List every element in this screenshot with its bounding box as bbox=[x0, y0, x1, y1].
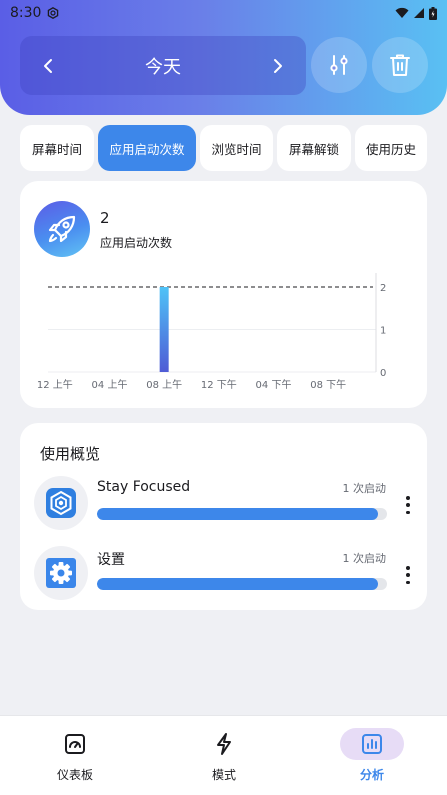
date-navigator: 今天 bbox=[20, 36, 306, 95]
chart-x-tick-label: 08 上午 bbox=[146, 378, 182, 391]
app-usage-row[interactable]: Stay Focused 1 次启动 bbox=[34, 476, 420, 532]
app-icon-container bbox=[34, 476, 88, 530]
usage-overview-card: 使用概览 Stay Focused 1 次启动 设置 1 次启动 bbox=[20, 423, 427, 610]
previous-day-button[interactable] bbox=[38, 56, 58, 76]
launches-bar-chart: 0 1 2 12 上午 04 上午 08 上午 12 下午 04 下午 08 下午 bbox=[37, 273, 386, 391]
chevron-right-icon bbox=[274, 58, 282, 73]
dashboard-gauge-icon bbox=[65, 734, 85, 754]
nav-analytics[interactable]: 分析 bbox=[312, 716, 432, 795]
usage-bar-track bbox=[97, 508, 387, 520]
date-label: 今天 bbox=[145, 56, 181, 78]
battery-icon bbox=[429, 6, 437, 20]
app-icon-container bbox=[34, 546, 88, 600]
chevron-left-icon bbox=[44, 58, 52, 73]
settings-gear-icon bbox=[46, 558, 76, 588]
usage-bar-fill bbox=[97, 578, 379, 590]
app-launch-count: 1 次启动 bbox=[342, 552, 387, 565]
nav-modes[interactable]: 模式 bbox=[164, 716, 284, 795]
bottom-navigation: 仪表板 模式 分析 bbox=[0, 715, 447, 795]
wifi-icon bbox=[395, 7, 409, 18]
chart-x-tick-label: 12 上午 bbox=[37, 378, 73, 391]
usage-bar-track bbox=[97, 578, 387, 590]
tab-app-launches[interactable]: 应用启动次数 bbox=[98, 125, 196, 171]
chart-y-tick-label: 0 bbox=[380, 368, 386, 379]
signal-icon bbox=[414, 8, 424, 18]
tab-screen-time[interactable]: 屏幕时间 bbox=[20, 125, 94, 171]
app-usage-row[interactable]: 设置 1 次启动 bbox=[34, 546, 420, 602]
chart-bar bbox=[159, 287, 169, 372]
app-name: Stay Focused bbox=[97, 479, 191, 495]
tab-browsing-time[interactable]: 浏览时间 bbox=[200, 125, 273, 171]
nav-dashboard-label: 仪表板 bbox=[56, 768, 93, 782]
chart-x-tick-label: 12 下午 bbox=[201, 378, 237, 391]
chart-y-tick-label: 2 bbox=[380, 283, 386, 294]
nav-dashboard[interactable]: 仪表板 bbox=[15, 716, 135, 795]
bar-chart-icon bbox=[362, 734, 382, 754]
status-bar: 8:30 bbox=[0, 0, 447, 26]
usage-overview-title: 使用概览 bbox=[40, 445, 101, 463]
chart-x-tick-label: 04 上午 bbox=[92, 378, 128, 391]
trash-icon bbox=[390, 54, 410, 76]
nav-modes-label: 模式 bbox=[211, 768, 236, 782]
chart-x-tick-label: 08 下午 bbox=[310, 378, 346, 391]
launches-chart-card: 2 应用启动次数 0 1 2 12 上午 04 上午 08 上午 12 下午 04 下午 08 … bbox=[20, 181, 427, 408]
app-launch-count: 1 次启动 bbox=[342, 482, 387, 495]
chart-x-tick-label: 04 下午 bbox=[256, 378, 292, 391]
metric-tabs: 屏幕时间 应用启动次数 浏览时间 屏幕解锁 使用历史 bbox=[20, 125, 427, 171]
nav-analytics-label: 分析 bbox=[359, 768, 384, 782]
nav-analytics-pill bbox=[340, 728, 404, 760]
stay-focused-app-icon bbox=[46, 488, 76, 518]
tab-screen-unlocks[interactable]: 屏幕解锁 bbox=[277, 125, 351, 171]
status-time: 8:30 bbox=[10, 5, 42, 21]
tab-usage-history[interactable]: 使用历史 bbox=[355, 125, 427, 171]
chart-y-tick-label: 1 bbox=[380, 326, 386, 337]
nav-dashboard-pill bbox=[43, 728, 107, 760]
app-name: 设置 bbox=[97, 552, 125, 568]
lightning-bolt-icon bbox=[217, 733, 231, 755]
next-day-button[interactable] bbox=[268, 56, 288, 76]
more-options-button[interactable] bbox=[400, 494, 416, 516]
app-notification-icon bbox=[48, 7, 59, 19]
usage-bar-fill bbox=[97, 508, 379, 520]
more-options-button[interactable] bbox=[400, 564, 416, 586]
delete-button[interactable] bbox=[372, 37, 428, 93]
sliders-icon bbox=[330, 55, 348, 75]
filter-button[interactable] bbox=[311, 37, 367, 93]
nav-modes-pill bbox=[192, 728, 256, 760]
